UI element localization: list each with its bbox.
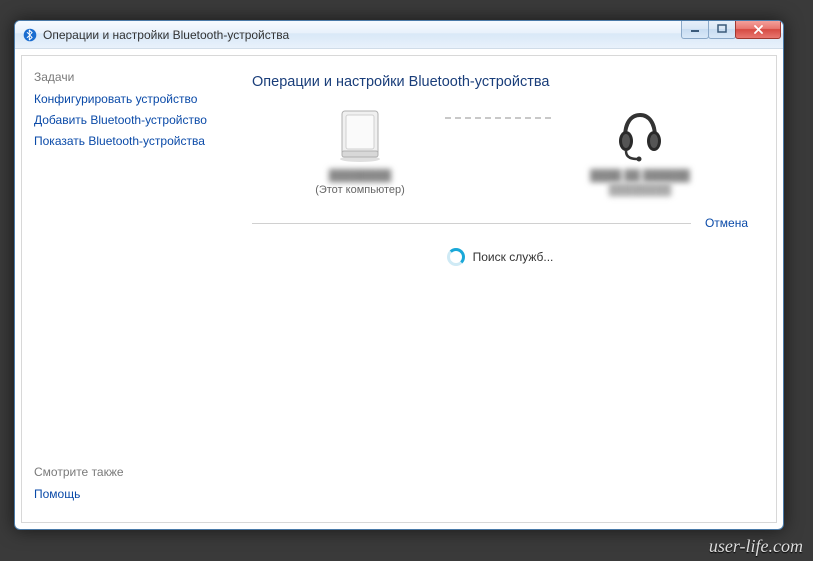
headset-name-blurred: ████ ██ ██████ [590, 170, 690, 182]
page-title: Операции и настройки Bluetooth-устройств… [252, 74, 748, 90]
tasks-heading: Задачи [34, 70, 220, 84]
main-panel: Операции и настройки Bluetooth-устройств… [232, 56, 776, 522]
cancel-link[interactable]: Отмена [705, 216, 748, 230]
headset-icon [612, 108, 668, 164]
this-computer-label: (Этот компьютер) [315, 184, 405, 196]
computer-name-blurred: ████████ [329, 170, 391, 182]
status-text: Поиск служб... [473, 250, 554, 264]
close-button[interactable] [735, 20, 781, 39]
bluetooth-settings-window: Операции и настройки Bluetooth-устройств… [14, 20, 784, 530]
bluetooth-icon [23, 28, 37, 42]
sidebar-link-configure[interactable]: Конфигурировать устройство [34, 92, 220, 106]
sidebar-link-help[interactable]: Помощь [34, 487, 220, 501]
computer-icon [332, 108, 388, 164]
device-headset: ████ ██ ██████ ████████ [555, 108, 725, 196]
device-this-computer: ████████ (Этот компьютер) [275, 108, 445, 196]
sidebar-link-add[interactable]: Добавить Bluetooth-устройство [34, 113, 220, 127]
headset-sub-blurred: ████████ [609, 184, 671, 196]
watermark: user-life.com [709, 536, 803, 557]
desktop-background: Операции и настройки Bluetooth-устройств… [0, 0, 813, 561]
titlebar[interactable]: Операции и настройки Bluetooth-устройств… [15, 21, 783, 49]
status-row: Поиск служб... [252, 248, 748, 266]
window-title: Операции и настройки Bluetooth-устройств… [43, 28, 779, 42]
device-pairing-row: ████████ (Этот компьютер) [252, 108, 748, 196]
spinner-icon [447, 248, 465, 266]
window-content: Задачи Конфигурировать устройство Добави… [21, 55, 777, 523]
minimize-button[interactable] [681, 20, 709, 39]
maximize-button[interactable] [708, 20, 736, 39]
see-also-heading: Смотрите также [34, 465, 220, 479]
separator-row: Отмена [252, 216, 748, 230]
separator-line [252, 223, 691, 224]
window-controls [682, 20, 781, 39]
sidebar-link-show[interactable]: Показать Bluetooth-устройства [34, 134, 220, 148]
connection-line [445, 117, 555, 119]
sidebar: Задачи Конфигурировать устройство Добави… [22, 56, 232, 522]
